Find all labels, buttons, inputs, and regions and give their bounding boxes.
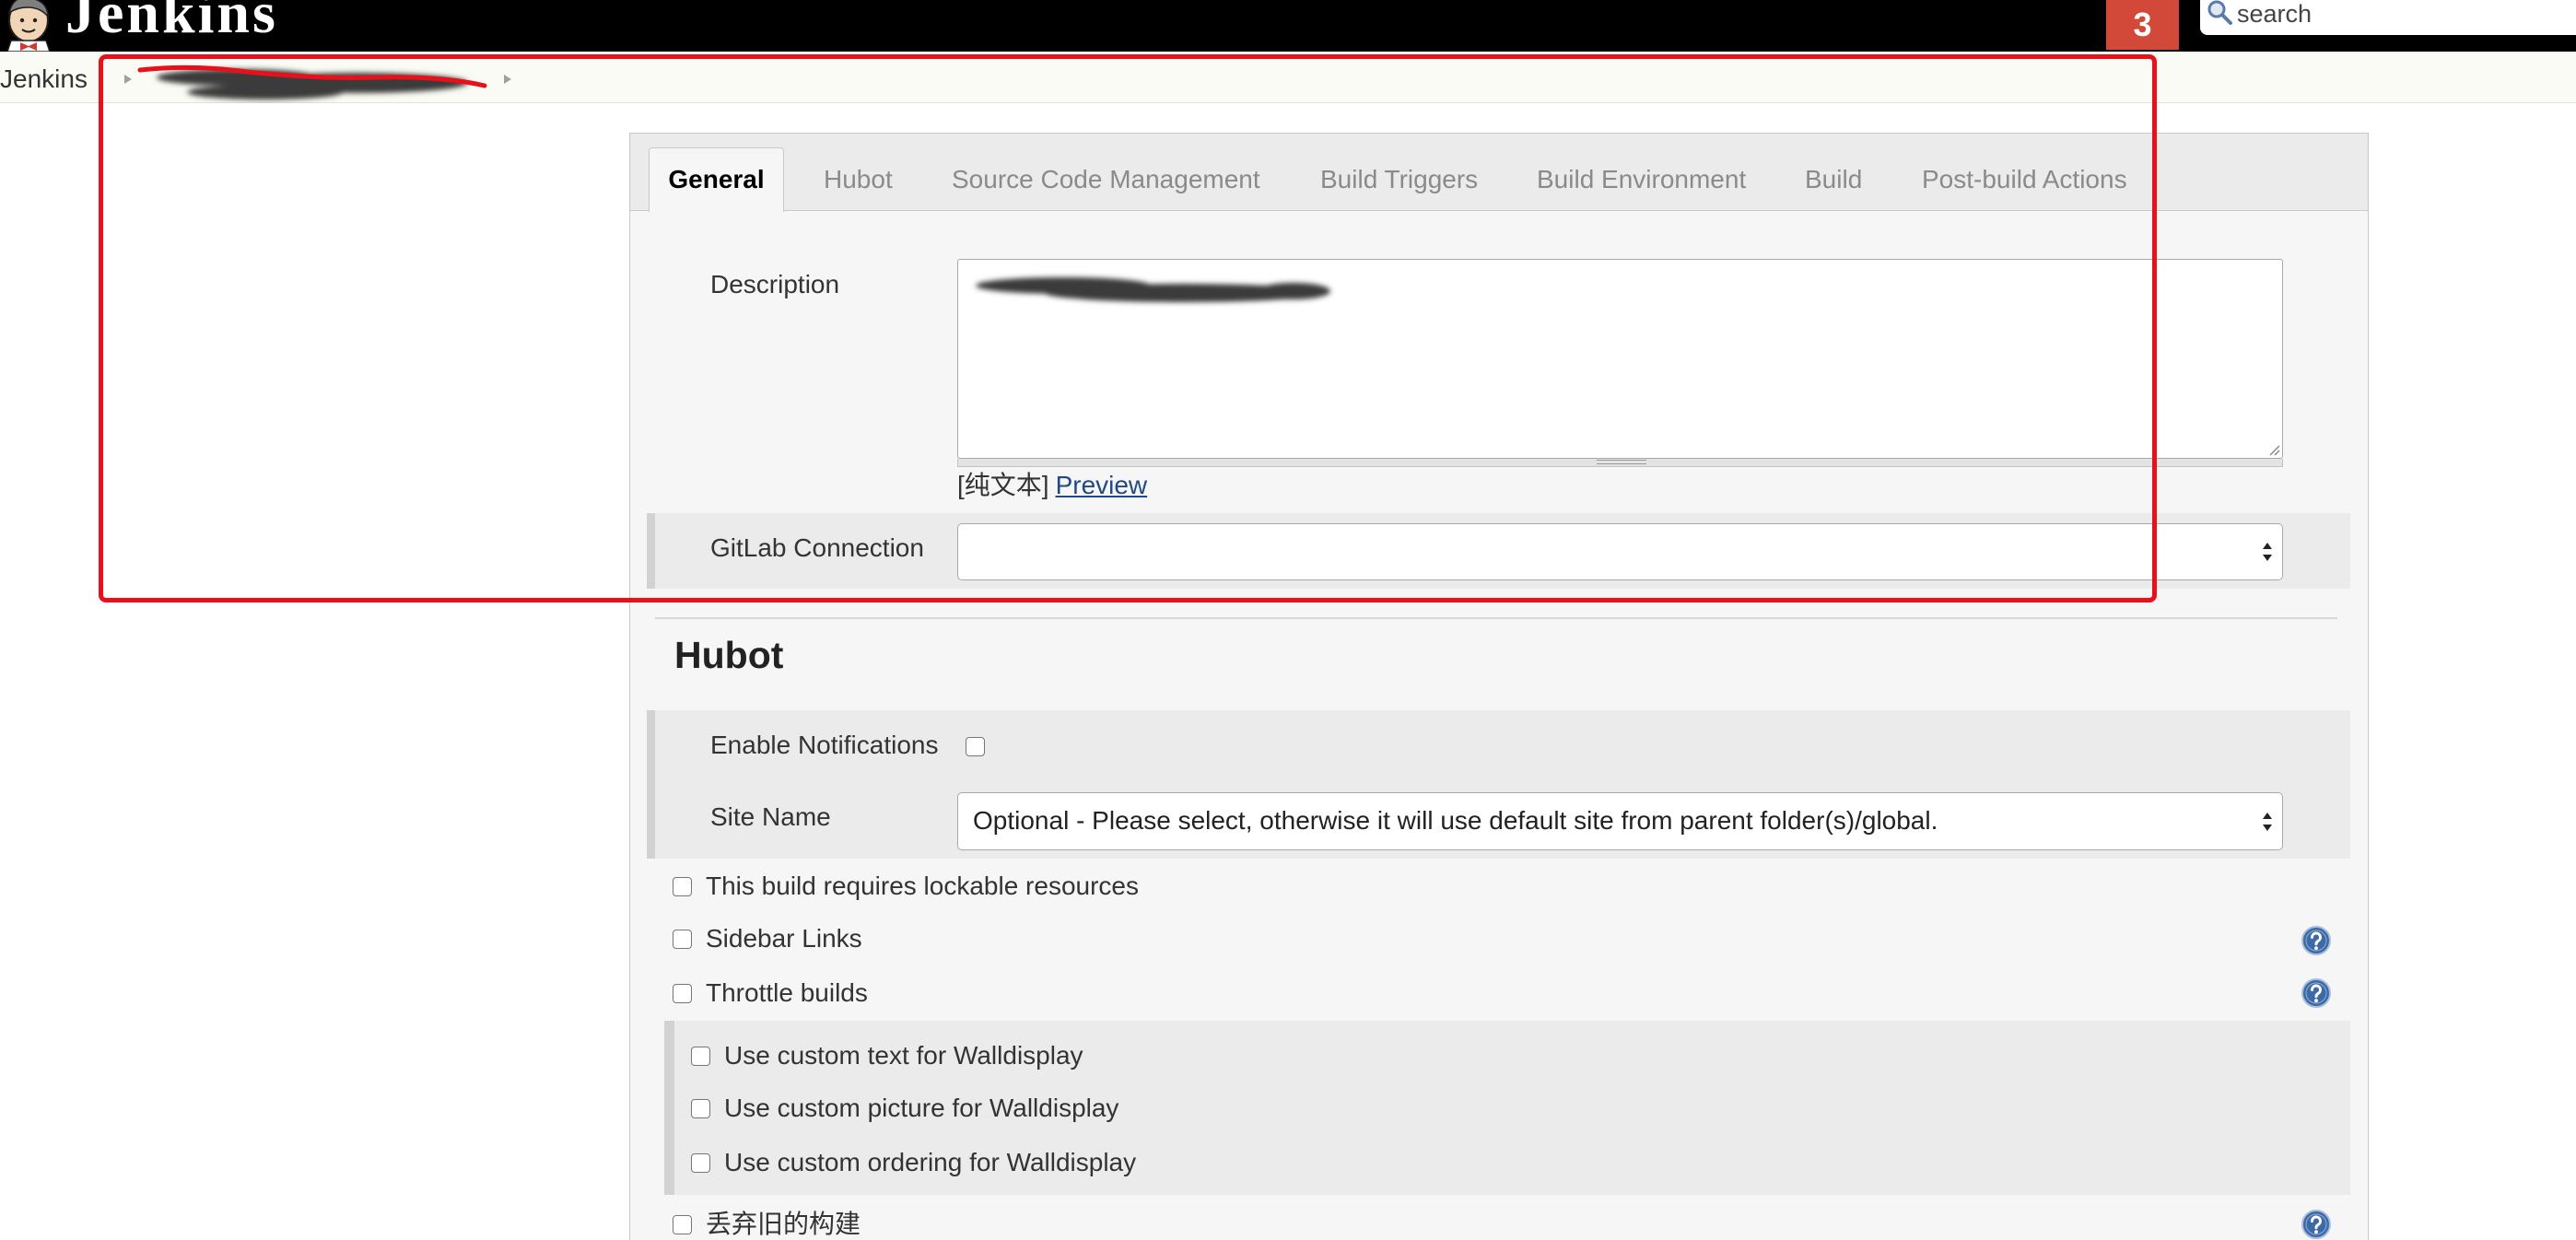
preview-link[interactable]: Preview	[1056, 471, 1148, 499]
search-icon[interactable]	[2206, 0, 2233, 26]
hubot-section-heading: Hubot	[674, 634, 784, 676]
description-label: Description	[710, 270, 840, 298]
help-icon[interactable]	[2301, 978, 2331, 1008]
markup-format-line: [纯文本] Preview	[957, 470, 1147, 501]
chevron-right-icon[interactable]	[502, 73, 513, 86]
app-title-link[interactable]: Jenkins	[65, 0, 278, 42]
help-icon[interactable]	[2301, 1210, 2331, 1239]
search-input[interactable]	[2237, 0, 2569, 29]
redacted-job-link[interactable]	[136, 61, 488, 103]
search-box	[2200, 0, 2576, 35]
tab-post-build-actions[interactable]: Post-build Actions	[1922, 164, 2127, 195]
throttle-builds-label[interactable]: Throttle builds	[706, 977, 868, 1009]
enable-notifications-label: Enable Notifications	[710, 731, 939, 759]
config-tab-bar: General Hubot Source Code Management Bui…	[630, 134, 2368, 212]
jenkins-job-config-page: Jenkins 3 Jenkins	[0, 0, 2576, 1240]
site-name-value: Optional - Please select, otherwise it w…	[973, 806, 1938, 835]
walldisplay-custom-text-label[interactable]: Use custom text for Walldisplay	[724, 1040, 1083, 1071]
lockable-resources-checkbox[interactable]	[673, 877, 692, 896]
walldisplay-options-block: Use custom text for Walldisplay Use cust…	[664, 1021, 2350, 1195]
notification-count: 3	[2133, 6, 2152, 43]
discard-old-builds-checkbox[interactable]	[673, 1215, 692, 1234]
lockable-resources-label[interactable]: This build requires lockable resources	[706, 871, 1139, 902]
help-icon[interactable]	[2301, 926, 2331, 955]
gitlab-connection-label: GitLab Connection	[710, 533, 924, 562]
walldisplay-custom-text-checkbox[interactable]	[691, 1047, 710, 1066]
select-arrows-icon	[2262, 541, 2273, 563]
tab-build[interactable]: Build	[1805, 164, 1862, 195]
tab-source-code-management[interactable]: Source Code Management	[952, 164, 1260, 195]
chevron-right-icon[interactable]	[123, 73, 134, 86]
walldisplay-custom-picture-label[interactable]: Use custom picture for Walldisplay	[724, 1093, 1118, 1124]
sidebar-links-checkbox[interactable]	[673, 930, 692, 949]
redacted-description-text	[971, 271, 1336, 308]
tab-build-triggers[interactable]: Build Triggers	[1320, 164, 1478, 195]
tab-build-environment[interactable]: Build Environment	[1537, 164, 1746, 195]
gitlab-connection-select[interactable]	[957, 523, 2283, 580]
section-divider	[655, 617, 2337, 619]
walldisplay-custom-ordering-label[interactable]: Use custom ordering for Walldisplay	[724, 1147, 1136, 1178]
tab-hubot[interactable]: Hubot	[824, 164, 893, 195]
site-name-label: Site Name	[710, 802, 831, 831]
breadcrumb: Jenkins	[0, 52, 2576, 103]
walldisplay-custom-ordering-checkbox[interactable]	[691, 1153, 710, 1173]
description-textarea[interactable]	[957, 259, 2283, 459]
select-arrows-icon	[2262, 811, 2273, 833]
sidebar-links-label[interactable]: Sidebar Links	[706, 923, 862, 954]
textarea-grip-bar[interactable]	[957, 459, 2283, 467]
markup-format-label: [纯文本]	[957, 471, 1049, 499]
throttle-builds-checkbox[interactable]	[673, 984, 692, 1003]
site-name-select[interactable]: Optional - Please select, otherwise it w…	[957, 792, 2283, 850]
jenkins-butler-icon[interactable]	[0, 0, 59, 52]
tab-general[interactable]: General	[649, 147, 784, 212]
hubot-settings-block: Enable Notifications Site Name Optional …	[647, 710, 2350, 859]
job-config-panel: General Hubot Source Code Management Bui…	[629, 133, 2369, 1240]
enable-notifications-checkbox[interactable]	[966, 737, 985, 756]
tab-general-label: General	[668, 165, 765, 193]
grip-handle-icon[interactable]	[1597, 460, 1646, 464]
breadcrumb-root-link[interactable]: Jenkins	[0, 64, 88, 95]
discard-old-builds-label[interactable]: 丢弃旧的构建	[706, 1209, 861, 1240]
resize-handle-icon[interactable]	[2267, 443, 2280, 456]
walldisplay-custom-picture-checkbox[interactable]	[691, 1099, 710, 1118]
gitlab-connection-row: GitLab Connection	[647, 513, 2350, 589]
notification-badge[interactable]: 3	[2106, 0, 2179, 50]
top-header-bar: Jenkins 3	[0, 0, 2576, 52]
